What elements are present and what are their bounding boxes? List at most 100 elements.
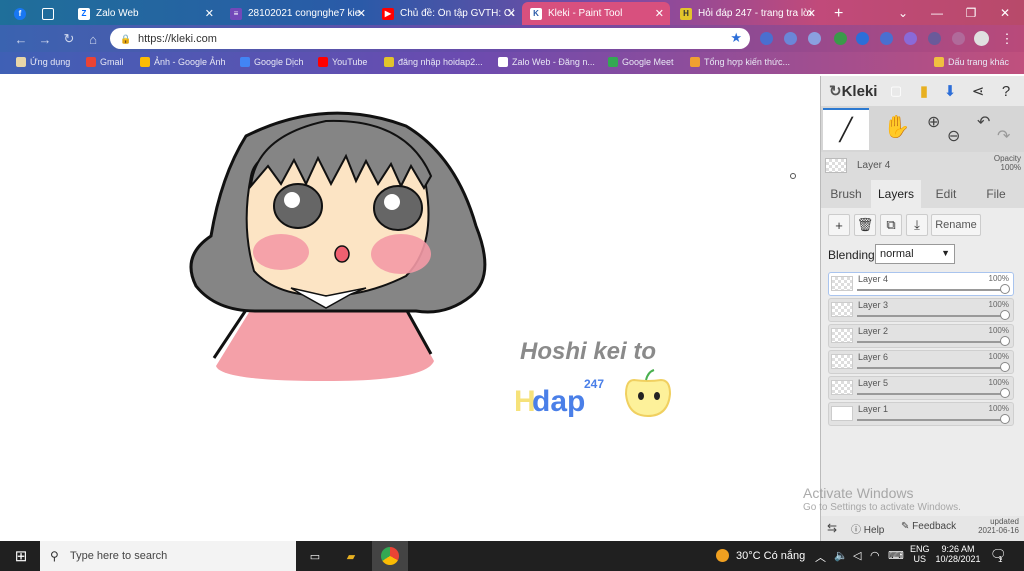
open-folder-icon[interactable]: ▮ — [915, 82, 933, 100]
layer-opacity-slider[interactable] — [857, 367, 1003, 369]
extension-icon[interactable] — [784, 32, 797, 45]
facebook-pinned-tab[interactable]: f — [14, 2, 36, 25]
minimize-icon[interactable]: — — [920, 0, 954, 25]
kleki-logo[interactable]: ↻Kleki — [829, 82, 877, 100]
bookmark-zalo[interactable]: Zalo Web - Đăng n... — [498, 57, 595, 67]
layer-opacity-slider[interactable] — [857, 419, 1003, 421]
extension-icon[interactable] — [808, 32, 821, 45]
weather-text[interactable]: 30°C Có nắng — [736, 550, 805, 562]
star-icon[interactable]: ★ — [730, 30, 742, 46]
layer-opacity-slider[interactable] — [857, 289, 1003, 291]
slider-knob[interactable] — [1000, 414, 1010, 424]
tray-arrow-icon[interactable]: ︿ — [815, 549, 826, 565]
avatar[interactable] — [974, 31, 989, 46]
puzzle-icon[interactable] — [928, 32, 941, 45]
speaker-icon[interactable]: 🔈 — [834, 549, 848, 562]
taskbar-search[interactable]: ⚲ Type here to search — [40, 541, 296, 571]
close-icon[interactable]: ✕ — [507, 7, 516, 20]
drawing-canvas[interactable]: Hoshi kei to H dap 247 — [6, 76, 820, 541]
close-icon[interactable]: ✕ — [357, 7, 366, 20]
file-explorer-icon[interactable]: ▰ — [342, 547, 360, 565]
redo-icon[interactable]: ↷ — [997, 126, 1010, 146]
new-image-icon[interactable]: ▢ — [887, 82, 905, 100]
extension-icon[interactable] — [952, 32, 965, 45]
swap-side-icon[interactable]: ⇆ — [827, 521, 837, 535]
close-icon[interactable]: ✕ — [807, 7, 816, 20]
share-icon[interactable]: ⋖ — [969, 82, 987, 100]
home-icon[interactable]: ⌂ — [84, 30, 102, 48]
new-tab-button[interactable]: + — [826, 2, 848, 25]
menu-icon[interactable]: ⋮ — [998, 30, 1016, 48]
tab-edit[interactable]: Edit — [921, 180, 971, 208]
feedback-link[interactable]: ✎ Feedback — [901, 521, 956, 532]
layer-opacity-slider[interactable] — [857, 393, 1003, 395]
slider-knob[interactable] — [1000, 336, 1010, 346]
meet-icon[interactable] — [880, 32, 893, 45]
notifications-icon[interactable]: 🗨 1 — [990, 547, 1007, 564]
bookmark-meet[interactable]: Google Meet — [608, 57, 674, 67]
tab-doc[interactable]: ≡ 28102021 congnghe7 kie ✕ — [222, 2, 372, 25]
bookmark-gmail[interactable]: Gmail — [86, 57, 124, 67]
tab-youtube[interactable]: ▶ Chủ đề: Ôn tập GVTH: Cô ✕ — [374, 2, 522, 25]
merge-down-icon[interactable]: ⤓ — [906, 214, 928, 236]
slider-knob[interactable] — [1000, 388, 1010, 398]
extension-icon[interactable] — [856, 32, 869, 45]
tab-brush[interactable]: Brush — [821, 180, 871, 208]
extension-icon[interactable] — [834, 32, 847, 45]
zoom-out-icon[interactable]: ⊖ — [947, 126, 960, 146]
layer-row[interactable]: Layer 1 100% — [828, 402, 1014, 426]
bookmark-photos[interactable]: Ảnh - Google Ảnh — [140, 57, 226, 67]
layer-row[interactable]: Layer 5 100% — [828, 376, 1014, 400]
layer-row[interactable]: Layer 2 100% — [828, 324, 1014, 348]
layer-opacity-slider[interactable] — [857, 341, 1003, 343]
extension-icon[interactable] — [760, 32, 773, 45]
delete-layer-icon[interactable]: 🗑 — [854, 214, 876, 236]
url-input[interactable]: 🔒 https://kleki.com ★ — [110, 28, 750, 49]
blending-select[interactable]: normal ▼ — [875, 244, 955, 264]
zoom-in-icon[interactable]: ⊕ — [927, 112, 940, 132]
slider-knob[interactable] — [1000, 284, 1010, 294]
windows-start-icon[interactable]: ⊞ — [12, 547, 30, 565]
hand-tool-icon[interactable]: ✋ — [883, 114, 910, 140]
extension-icon[interactable] — [904, 32, 917, 45]
back-icon[interactable]: ← — [12, 30, 30, 48]
clock[interactable]: 9:26 AM 10/28/2021 — [934, 544, 982, 564]
layer-opacity-slider[interactable] — [857, 315, 1003, 317]
keyboard-icon[interactable]: ⌨ — [888, 549, 904, 562]
add-layer-icon[interactable]: + — [828, 214, 850, 236]
brush-tool-button[interactable]: ╱ — [823, 108, 869, 150]
rename-button[interactable]: Rename — [931, 214, 981, 236]
tab-kleki[interactable]: K Kleki - Paint Tool ✕ — [522, 2, 670, 25]
bookmark-hoidap[interactable]: đăng nhập hoidap2... — [384, 57, 483, 67]
forward-icon[interactable]: → — [36, 30, 54, 48]
tab-layers[interactable]: Layers — [871, 180, 921, 208]
bookmark-youtube[interactable]: YouTube — [318, 57, 367, 67]
restore-icon[interactable]: ❐ — [954, 0, 988, 25]
layer-row[interactable]: Layer 4 100% — [828, 272, 1014, 296]
tab-zalo[interactable]: Z Zalo Web ✕ — [70, 2, 220, 25]
close-icon[interactable]: ✕ — [205, 7, 214, 20]
download-icon[interactable]: ⬇ — [941, 82, 959, 100]
layer-row[interactable]: Layer 3 100% — [828, 298, 1014, 322]
bookmark-apps[interactable]: Ứng dụng — [16, 57, 70, 67]
close-window-icon[interactable]: ✕ — [988, 0, 1022, 25]
bookmark-other[interactable]: Dấu trang khác — [934, 57, 1009, 67]
tab-hoidap[interactable]: H Hỏi đáp 247 - trang tra lời ✕ — [672, 2, 822, 25]
duplicate-layer-icon[interactable]: ⧉ — [880, 214, 902, 236]
slider-knob[interactable] — [1000, 310, 1010, 320]
layer-row[interactable]: Layer 6 100% — [828, 350, 1014, 374]
window-pinned-tab[interactable] — [42, 2, 64, 25]
slider-knob[interactable] — [1000, 362, 1010, 372]
volume-icon[interactable]: ◁ — [853, 549, 861, 562]
wifi-icon[interactable]: ◠ — [870, 549, 880, 562]
bookmark-tonghop[interactable]: Tổng hợp kiến thức... — [690, 57, 790, 67]
help-icon[interactable]: ? — [997, 82, 1015, 100]
close-icon[interactable]: ✕ — [655, 7, 664, 20]
reload-icon[interactable]: ↻ — [60, 30, 78, 48]
tab-file[interactable]: File — [971, 180, 1021, 208]
help-link[interactable]: ⓘ Help — [851, 521, 884, 536]
tab-search-icon[interactable]: ⌄ — [886, 0, 920, 25]
input-language[interactable]: ENG US — [910, 544, 930, 564]
chrome-taskbar-button[interactable] — [372, 541, 408, 571]
bookmark-translate[interactable]: Google Dịch — [240, 57, 304, 67]
